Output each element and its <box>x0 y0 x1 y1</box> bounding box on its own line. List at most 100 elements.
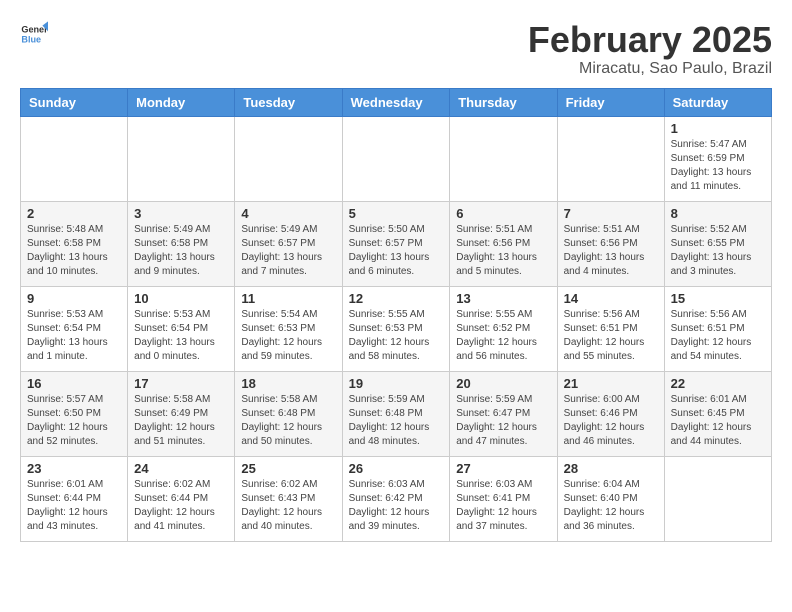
calendar-header-row: SundayMondayTuesdayWednesdayThursdayFrid… <box>21 88 772 116</box>
calendar-cell: 11 Sunrise: 5:54 AM Sunset: 6:53 PM Dayli… <box>235 286 342 371</box>
day-number: 24 <box>134 461 228 476</box>
calendar-cell: 24 Sunrise: 6:02 AM Sunset: 6:44 PM Dayli… <box>128 456 235 541</box>
day-info: Sunrise: 5:54 AM Sunset: 6:53 PM Dayligh… <box>241 308 335 364</box>
day-number: 18 <box>241 376 335 391</box>
day-number: 21 <box>564 376 658 391</box>
calendar-cell: 10 Sunrise: 5:53 AM Sunset: 6:54 PM Dayli… <box>128 286 235 371</box>
day-info: Sunrise: 6:03 AM Sunset: 6:42 PM Dayligh… <box>349 478 444 534</box>
day-info: Sunrise: 5:47 AM Sunset: 6:59 PM Dayligh… <box>671 138 765 194</box>
day-info: Sunrise: 5:51 AM Sunset: 6:56 PM Dayligh… <box>456 223 550 279</box>
day-number: 8 <box>671 206 765 221</box>
day-info: Sunrise: 5:52 AM Sunset: 6:55 PM Dayligh… <box>671 223 765 279</box>
logo-icon: General Blue <box>20 20 48 48</box>
day-info: Sunrise: 5:50 AM Sunset: 6:57 PM Dayligh… <box>349 223 444 279</box>
calendar-cell: 4 Sunrise: 5:49 AM Sunset: 6:57 PM Daylig… <box>235 201 342 286</box>
calendar-cell: 18 Sunrise: 5:58 AM Sunset: 6:48 PM Dayli… <box>235 371 342 456</box>
calendar-cell: 2 Sunrise: 5:48 AM Sunset: 6:58 PM Daylig… <box>21 201 128 286</box>
day-number: 4 <box>241 206 335 221</box>
day-info: Sunrise: 6:01 AM Sunset: 6:45 PM Dayligh… <box>671 393 765 449</box>
day-number: 7 <box>564 206 658 221</box>
day-number: 14 <box>564 291 658 306</box>
calendar-cell <box>450 116 557 201</box>
day-info: Sunrise: 5:49 AM Sunset: 6:57 PM Dayligh… <box>241 223 335 279</box>
day-number: 17 <box>134 376 228 391</box>
day-number: 13 <box>456 291 550 306</box>
week-row-2: 2 Sunrise: 5:48 AM Sunset: 6:58 PM Daylig… <box>21 201 772 286</box>
day-number: 19 <box>349 376 444 391</box>
day-info: Sunrise: 6:03 AM Sunset: 6:41 PM Dayligh… <box>456 478 550 534</box>
day-info: Sunrise: 5:53 AM Sunset: 6:54 PM Dayligh… <box>134 308 228 364</box>
calendar-cell: 8 Sunrise: 5:52 AM Sunset: 6:55 PM Daylig… <box>664 201 771 286</box>
day-number: 11 <box>241 291 335 306</box>
calendar-cell: 25Sunrise: 6:02 AM Sunset: 6:43 PM Dayli… <box>235 456 342 541</box>
calendar-cell: 27Sunrise: 6:03 AM Sunset: 6:41 PM Dayli… <box>450 456 557 541</box>
day-number: 12 <box>349 291 444 306</box>
header-saturday: Saturday <box>664 88 771 116</box>
calendar-cell <box>128 116 235 201</box>
svg-text:Blue: Blue <box>21 34 41 44</box>
day-number: 23 <box>27 461 121 476</box>
calendar-cell: 17Sunrise: 5:58 AM Sunset: 6:49 PM Dayli… <box>128 371 235 456</box>
day-number: 6 <box>456 206 550 221</box>
day-number: 16 <box>27 376 121 391</box>
day-number: 10 <box>134 291 228 306</box>
header-monday: Monday <box>128 88 235 116</box>
header-wednesday: Wednesday <box>342 88 450 116</box>
day-info: Sunrise: 6:00 AM Sunset: 6:46 PM Dayligh… <box>564 393 658 449</box>
day-info: Sunrise: 5:51 AM Sunset: 6:56 PM Dayligh… <box>564 223 658 279</box>
week-row-1: 1 Sunrise: 5:47 AM Sunset: 6:59 PM Daylig… <box>21 116 772 201</box>
calendar-subtitle: Miracatu, Sao Paulo, Brazil <box>528 60 772 78</box>
day-info: Sunrise: 5:49 AM Sunset: 6:58 PM Dayligh… <box>134 223 228 279</box>
calendar-cell: 1 Sunrise: 5:47 AM Sunset: 6:59 PM Daylig… <box>664 116 771 201</box>
day-number: 20 <box>456 376 550 391</box>
day-number: 1 <box>671 121 765 136</box>
calendar-cell: 23 Sunrise: 6:01 AM Sunset: 6:44 PM Dayli… <box>21 456 128 541</box>
day-number: 25 <box>241 461 335 476</box>
header-thursday: Thursday <box>450 88 557 116</box>
calendar-title: February 2025 <box>528 20 772 60</box>
day-info: Sunrise: 5:58 AM Sunset: 6:48 PM Dayligh… <box>241 393 335 449</box>
calendar-table: SundayMondayTuesdayWednesdayThursdayFrid… <box>20 88 772 542</box>
calendar-cell: 15Sunrise: 5:56 AM Sunset: 6:51 PM Dayli… <box>664 286 771 371</box>
page-header: General Blue February 2025 Miracatu, Sao… <box>20 20 772 78</box>
day-number: 26 <box>349 461 444 476</box>
day-info: Sunrise: 5:56 AM Sunset: 6:51 PM Dayligh… <box>671 308 765 364</box>
calendar-cell <box>557 116 664 201</box>
week-row-3: 9 Sunrise: 5:53 AM Sunset: 6:54 PM Daylig… <box>21 286 772 371</box>
calendar-cell <box>664 456 771 541</box>
header-sunday: Sunday <box>21 88 128 116</box>
logo: General Blue <box>20 20 50 48</box>
day-number: 22 <box>671 376 765 391</box>
day-info: Sunrise: 6:04 AM Sunset: 6:40 PM Dayligh… <box>564 478 658 534</box>
calendar-cell: 21 Sunrise: 6:00 AM Sunset: 6:46 PM Dayli… <box>557 371 664 456</box>
day-info: Sunrise: 5:55 AM Sunset: 6:52 PM Dayligh… <box>456 308 550 364</box>
calendar-cell <box>342 116 450 201</box>
calendar-cell: 26 Sunrise: 6:03 AM Sunset: 6:42 PM Dayli… <box>342 456 450 541</box>
day-number: 28 <box>564 461 658 476</box>
week-row-5: 23 Sunrise: 6:01 AM Sunset: 6:44 PM Dayli… <box>21 456 772 541</box>
day-number: 9 <box>27 291 121 306</box>
week-row-4: 16Sunrise: 5:57 AM Sunset: 6:50 PM Dayli… <box>21 371 772 456</box>
day-info: Sunrise: 5:53 AM Sunset: 6:54 PM Dayligh… <box>27 308 121 364</box>
calendar-cell: 3 Sunrise: 5:49 AM Sunset: 6:58 PM Daylig… <box>128 201 235 286</box>
day-info: Sunrise: 5:56 AM Sunset: 6:51 PM Dayligh… <box>564 308 658 364</box>
day-info: Sunrise: 5:48 AM Sunset: 6:58 PM Dayligh… <box>27 223 121 279</box>
calendar-cell: 22 Sunrise: 6:01 AM Sunset: 6:45 PM Dayli… <box>664 371 771 456</box>
header-tuesday: Tuesday <box>235 88 342 116</box>
calendar-cell: 9 Sunrise: 5:53 AM Sunset: 6:54 PM Daylig… <box>21 286 128 371</box>
calendar-cell: 12Sunrise: 5:55 AM Sunset: 6:53 PM Dayli… <box>342 286 450 371</box>
calendar-cell: 5Sunrise: 5:50 AM Sunset: 6:57 PM Daylig… <box>342 201 450 286</box>
day-number: 2 <box>27 206 121 221</box>
calendar-cell: 13 Sunrise: 5:55 AM Sunset: 6:52 PM Dayli… <box>450 286 557 371</box>
day-number: 3 <box>134 206 228 221</box>
header-friday: Friday <box>557 88 664 116</box>
calendar-cell: 14 Sunrise: 5:56 AM Sunset: 6:51 PM Dayli… <box>557 286 664 371</box>
calendar-cell <box>21 116 128 201</box>
calendar-cell: 16Sunrise: 5:57 AM Sunset: 6:50 PM Dayli… <box>21 371 128 456</box>
calendar-cell: 7 Sunrise: 5:51 AM Sunset: 6:56 PM Daylig… <box>557 201 664 286</box>
calendar-cell: 19Sunrise: 5:59 AM Sunset: 6:48 PM Dayli… <box>342 371 450 456</box>
day-info: Sunrise: 6:01 AM Sunset: 6:44 PM Dayligh… <box>27 478 121 534</box>
day-info: Sunrise: 5:59 AM Sunset: 6:47 PM Dayligh… <box>456 393 550 449</box>
day-info: Sunrise: 6:02 AM Sunset: 6:44 PM Dayligh… <box>134 478 228 534</box>
calendar-cell: 6 Sunrise: 5:51 AM Sunset: 6:56 PM Daylig… <box>450 201 557 286</box>
